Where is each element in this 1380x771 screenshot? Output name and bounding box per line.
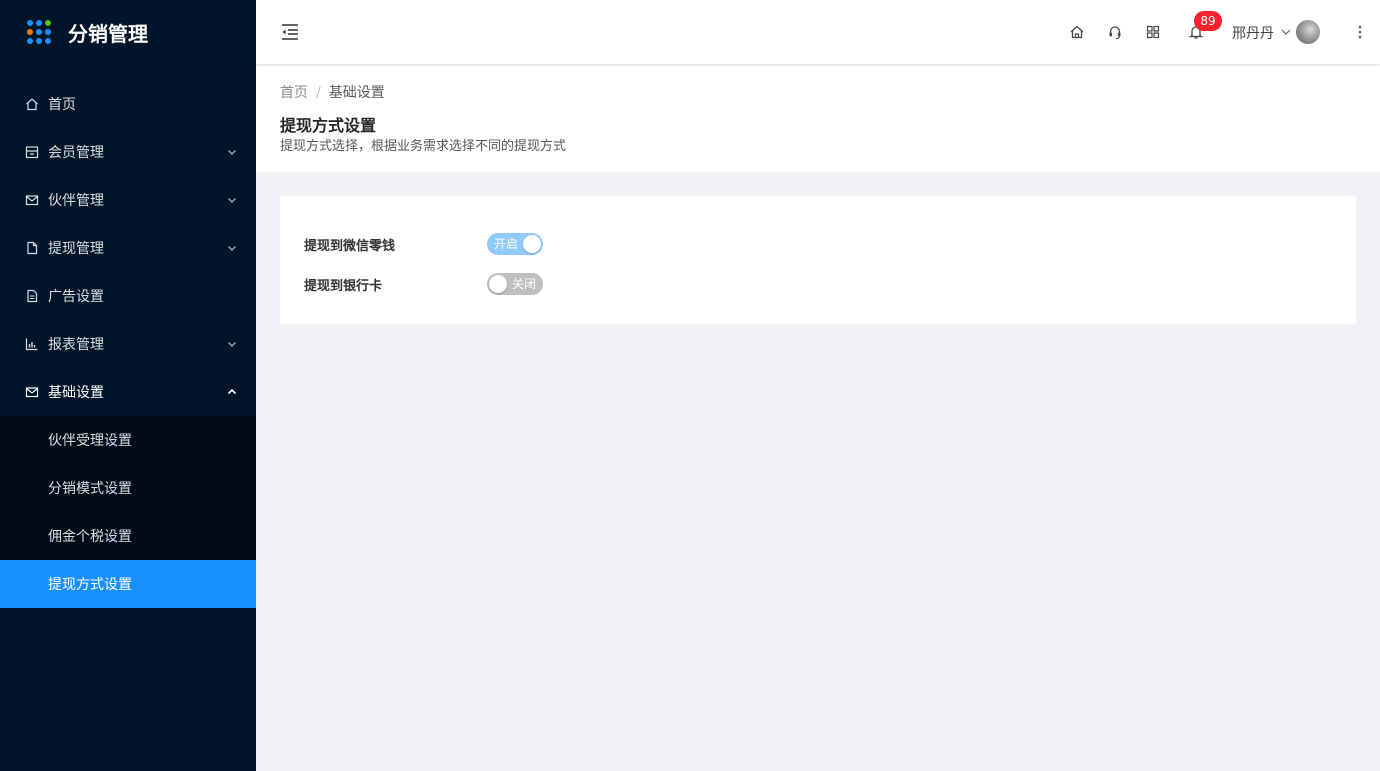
sidebar-item-partners[interactable]: 伙伴管理 bbox=[0, 176, 256, 224]
avatar[interactable] bbox=[1296, 20, 1320, 44]
sidebar-item-label: 首页 bbox=[48, 97, 76, 113]
page-header: 首页 / 基础设置 提现方式设置 提现方式选择，根据业务需求选择不同的提现方式 bbox=[256, 66, 1380, 172]
wechat-withdraw-switch[interactable]: 开启 bbox=[487, 233, 543, 255]
breadcrumb-current: 基础设置 bbox=[328, 85, 385, 101]
more-vertical-icon[interactable] bbox=[1354, 24, 1366, 40]
headset-icon[interactable] bbox=[1107, 24, 1123, 40]
sidebar-subitem-partner-acceptance[interactable]: 伙伴受理设置 bbox=[0, 416, 256, 464]
breadcrumb-home[interactable]: 首页 bbox=[280, 85, 308, 101]
chevron-down-icon bbox=[228, 150, 236, 155]
sidebar-item-withdrawals[interactable]: 提现管理 bbox=[0, 224, 256, 272]
form-label: 提现到银行卡 bbox=[304, 278, 383, 294]
sidebar-subitem-withdrawal-method[interactable]: 提现方式设置 bbox=[0, 560, 256, 608]
file-icon bbox=[24, 240, 40, 256]
sidebar-item-reports[interactable]: 报表管理 bbox=[0, 320, 256, 368]
breadcrumb: 首页 / 基础设置 bbox=[280, 83, 1356, 103]
bar-chart-icon bbox=[24, 336, 40, 352]
chevron-down-icon bbox=[228, 198, 236, 203]
user-name[interactable]: 邢丹丹 bbox=[1232, 23, 1274, 43]
sidebar-item-ads[interactable]: 广告设置 bbox=[0, 272, 256, 320]
sidebar-subitem-distribution-mode[interactable]: 分销模式设置 bbox=[0, 464, 256, 512]
top-header: 89 邢丹丹 bbox=[256, 0, 1380, 64]
sidebar-item-members[interactable]: 会员管理 bbox=[0, 128, 256, 176]
page-title: 提现方式设置 bbox=[280, 116, 377, 135]
menu-fold-icon[interactable] bbox=[280, 23, 300, 41]
logo[interactable]: 分销管理 bbox=[0, 0, 256, 64]
sidebar-item-basic-settings[interactable]: 基础设置 bbox=[0, 368, 256, 416]
basic-settings-submenu: 伙伴受理设置 分销模式设置 佣金个税设置 提现方式设置 bbox=[0, 416, 256, 608]
form-row-wechat: 提现到微信零钱 开启 bbox=[304, 232, 1332, 256]
sidebar-item-label: 报表管理 bbox=[48, 337, 104, 353]
home-icon[interactable] bbox=[1069, 24, 1085, 40]
form-label: 提现到微信零钱 bbox=[304, 238, 396, 254]
sidebar-item-label: 基础设置 bbox=[48, 385, 104, 401]
app-title: 分销管理 bbox=[68, 21, 148, 46]
sidebar-item-label: 伙伴管理 bbox=[48, 193, 104, 209]
switch-knob bbox=[489, 275, 507, 293]
member-icon bbox=[24, 144, 40, 160]
switch-label: 开启 bbox=[494, 237, 519, 251]
chevron-up-icon bbox=[227, 388, 237, 395]
apps-grid-icon bbox=[27, 20, 51, 44]
notification-badge: 89 bbox=[1194, 11, 1222, 31]
home-icon bbox=[24, 96, 40, 112]
sidebar-menu: 首页 会员管理 伙伴管理 提现管理 广告设置 报表管理 基础设置 伙伴受理设置 … bbox=[0, 80, 256, 608]
form-row-bank-card: 提现到银行卡 关闭 bbox=[304, 272, 1332, 296]
mail-icon bbox=[24, 384, 40, 400]
chevron-down-icon[interactable] bbox=[1281, 28, 1291, 36]
switch-label: 关闭 bbox=[511, 277, 536, 291]
chevron-down-icon bbox=[228, 246, 236, 251]
bank-card-withdraw-switch[interactable]: 关闭 bbox=[487, 273, 543, 295]
apps-icon[interactable] bbox=[1145, 24, 1161, 40]
sidebar-item-label: 提现管理 bbox=[48, 241, 104, 257]
sidebar: 分销管理 首页 会员管理 伙伴管理 提现管理 广告设置 报表管理 基础设置 伙伴… bbox=[0, 0, 256, 771]
switch-knob bbox=[523, 235, 541, 253]
settings-card: 提现到微信零钱 开启 提现到银行卡 关闭 bbox=[280, 196, 1356, 324]
sidebar-item-home[interactable]: 首页 bbox=[0, 80, 256, 128]
file-text-icon bbox=[24, 288, 40, 304]
chevron-down-icon bbox=[228, 342, 236, 347]
sidebar-item-label: 广告设置 bbox=[48, 289, 104, 305]
sidebar-subitem-commission-tax[interactable]: 佣金个税设置 bbox=[0, 512, 256, 560]
sidebar-item-label: 会员管理 bbox=[48, 145, 104, 161]
breadcrumb-separator: / bbox=[316, 85, 321, 101]
page-description: 提现方式选择，根据业务需求选择不同的提现方式 bbox=[280, 139, 567, 154]
mail-icon bbox=[24, 192, 40, 208]
